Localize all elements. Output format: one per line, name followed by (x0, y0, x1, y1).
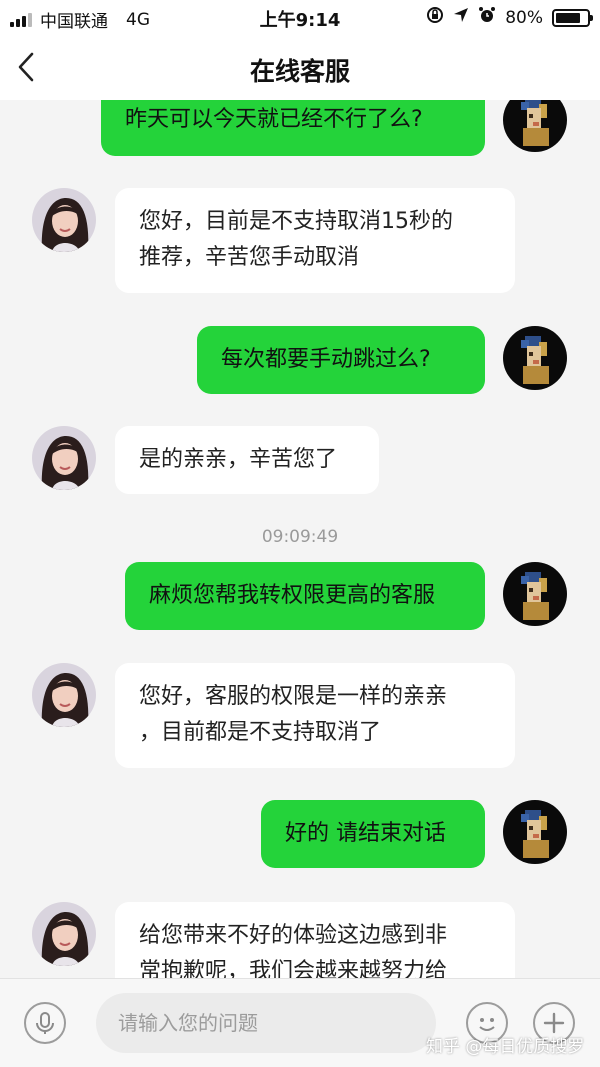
agent-avatar[interactable] (32, 426, 96, 490)
message-line: 推荐，辛苦您手动取消 (139, 245, 360, 270)
message-line: 您好，目前是不支持取消15秒的 (139, 209, 453, 234)
user-avatar[interactable] (503, 100, 567, 152)
user-message-bubble[interactable]: 昨天可以今天就已经不行了么? (101, 100, 485, 156)
location-arrow-icon (453, 7, 469, 28)
user-avatar[interactable] (503, 326, 567, 390)
user-message-bubble[interactable]: 好的 请结束对话 (261, 800, 485, 868)
battery-percent: 80% (505, 7, 543, 28)
agent-avatar[interactable] (32, 902, 96, 966)
message-line: 给您带来不好的体验这边感到非 (139, 923, 448, 948)
agent-message-bubble[interactable]: 给您带来不好的体验这边感到非 常抱歉呢，我们会越来越努力给 (115, 902, 515, 978)
rotation-lock-icon (426, 6, 444, 29)
user-message-bubble[interactable]: 每次都要手动跳过么? (197, 326, 485, 394)
message-line: ，目前都是不支持取消了 (139, 720, 382, 745)
message-line: 常抱歉呢，我们会越来越努力给 (139, 959, 448, 978)
message-input[interactable] (96, 993, 436, 1053)
message-text: 是的亲亲，辛苦您了 (139, 447, 338, 472)
battery-icon (552, 8, 593, 27)
alarm-clock-icon (478, 6, 496, 29)
chat-timestamp: 09:09:49 (261, 527, 339, 547)
message-line: 您好，客服的权限是一样的亲亲 (139, 684, 448, 709)
user-message-bubble[interactable]: 麻烦您帮我转权限更高的客服 (125, 562, 485, 630)
message-text: 好的 请结束对话 (285, 821, 446, 846)
agent-message-bubble[interactable]: 您好，客服的权限是一样的亲亲 ，目前都是不支持取消了 (115, 663, 515, 768)
nav-bar: 在线客服 (0, 34, 600, 100)
user-avatar[interactable] (503, 562, 567, 626)
agent-avatar[interactable] (32, 188, 96, 252)
user-avatar[interactable] (503, 800, 567, 864)
message-text: 麻烦您帮我转权限更高的客服 (149, 583, 436, 608)
page-title: 在线客服 (249, 57, 350, 86)
chat-message-list[interactable]: 昨天可以今天就已经不行了么? 您好，目前是不支持取消15秒的 推荐，辛苦您手动取… (0, 100, 600, 978)
status-bar: 中国联通 4G 上午9:14 80% (0, 0, 600, 34)
message-text: 昨天可以今天就已经不行了么? (125, 107, 423, 132)
agent-avatar[interactable] (32, 663, 96, 727)
watermark-text: 知乎 @每日优质搜罗 (426, 1037, 585, 1057)
microphone-icon[interactable] (24, 1002, 66, 1044)
message-text: 每次都要手动跳过么? (221, 347, 431, 372)
agent-message-bubble[interactable]: 您好，目前是不支持取消15秒的 推荐，辛苦您手动取消 (115, 188, 515, 293)
agent-message-bubble[interactable]: 是的亲亲，辛苦您了 (115, 426, 379, 494)
